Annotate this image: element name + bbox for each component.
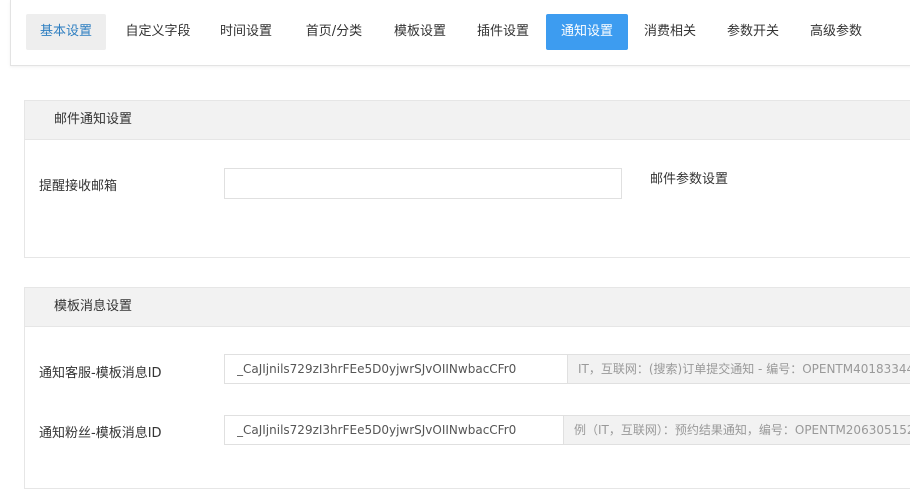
service-template-hint: IT，互联网：(搜索)订单提交通知 - 编号：OPENTM401833445 — [568, 354, 910, 384]
template-section-title: 模板消息设置 — [25, 288, 910, 327]
tab-consumption[interactable]: 消费相关 — [633, 14, 707, 50]
mail-section-title: 邮件通知设置 — [25, 101, 910, 140]
fans-template-id-input[interactable] — [224, 415, 564, 445]
tab-home-category[interactable]: 首页/分类 — [294, 14, 374, 50]
service-template-id-label: 通知客服-模板消息ID — [39, 366, 162, 381]
reminder-email-label: 提醒接收邮箱 — [39, 179, 118, 194]
fans-template-id-label: 通知粉丝-模板消息ID — [39, 426, 162, 441]
reminder-email-input[interactable] — [224, 168, 622, 199]
mail-notification-panel: 邮件通知设置 提醒接收邮箱 邮件参数设置 — [24, 100, 910, 258]
tab-custom-fields[interactable]: 自定义字段 — [113, 14, 203, 50]
tab-basic-settings[interactable]: 基本设置 — [26, 14, 106, 50]
tab-template-settings[interactable]: 模板设置 — [383, 14, 457, 50]
fans-template-hint: 例（IT，互联网）：预约结果通知，编号：OPENTM206305152 — [564, 415, 910, 445]
settings-tab-bar: 基本设置 自定义字段 时间设置 首页/分类 模板设置 插件设置 通知设置 消费相… — [10, 0, 910, 66]
tab-advanced-params[interactable]: 高级参数 — [799, 14, 873, 50]
tab-time-settings[interactable]: 时间设置 — [209, 14, 283, 50]
tab-plugin-settings[interactable]: 插件设置 — [466, 14, 540, 50]
tab-param-switches[interactable]: 参数开关 — [716, 14, 790, 50]
service-template-id-input[interactable] — [224, 354, 568, 384]
mail-params-link[interactable]: 邮件参数设置 — [650, 168, 728, 187]
tab-notification-settings[interactable]: 通知设置 — [546, 14, 628, 50]
